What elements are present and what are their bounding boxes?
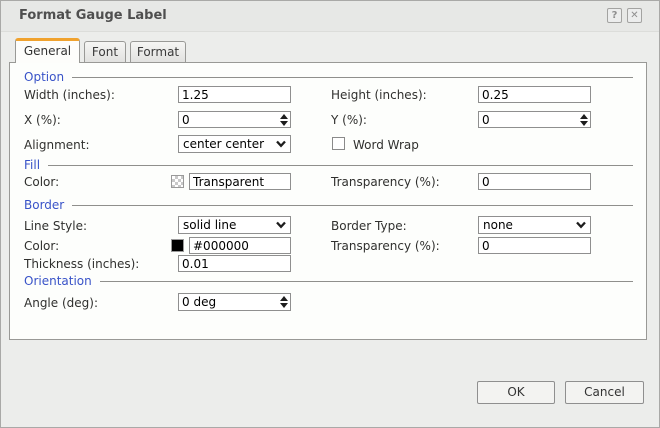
thickness-input[interactable]	[178, 255, 291, 272]
alignment-label: Alignment:	[24, 137, 90, 153]
section-orientation: Orientation	[24, 274, 633, 288]
section-border-title: Border	[24, 198, 64, 212]
tab-font-label: Font	[92, 45, 118, 59]
dialog-titlebar: Format Gauge Label ? ✕	[1, 1, 659, 32]
close-button[interactable]: ✕	[627, 8, 642, 23]
x-percent-stepper[interactable]: 0	[178, 111, 291, 128]
section-option-rule	[72, 77, 633, 78]
fill-transparency-input[interactable]	[478, 173, 591, 190]
angle-label: Angle (deg):	[24, 295, 98, 311]
help-button[interactable]: ?	[607, 8, 622, 23]
angle-spin-buttons[interactable]	[278, 294, 290, 310]
border-color-label: Color:	[24, 238, 59, 254]
y-percent-spin-buttons[interactable]	[578, 112, 590, 127]
chevron-down-icon	[272, 140, 290, 148]
cancel-button[interactable]: Cancel	[565, 381, 644, 404]
word-wrap-checkbox[interactable]	[332, 137, 345, 150]
border-transparency-label: Transparency (%):	[331, 238, 440, 254]
section-fill-title: Fill	[24, 158, 40, 172]
angle-value: 0 deg	[179, 295, 278, 309]
thickness-label: Thickness (inches):	[24, 256, 139, 272]
word-wrap-label: Word Wrap	[353, 137, 419, 153]
border-color-input[interactable]	[189, 237, 291, 254]
section-orientation-title: Orientation	[24, 274, 92, 288]
height-label: Height (inches):	[331, 87, 427, 103]
spinner-down-icon	[280, 303, 288, 308]
section-border-rule	[72, 205, 633, 206]
dialog-title: Format Gauge Label	[19, 8, 167, 23]
tab-format-label: Format	[137, 45, 179, 59]
y-percent-value: 0	[479, 113, 578, 127]
spinner-up-icon	[580, 114, 588, 119]
help-icon: ?	[612, 10, 618, 21]
height-input[interactable]	[478, 86, 591, 103]
spinner-down-icon	[580, 121, 588, 126]
line-style-label: Line Style:	[24, 218, 87, 234]
ok-button[interactable]: OK	[477, 381, 555, 404]
y-percent-label: Y (%):	[331, 112, 367, 128]
alignment-select[interactable]: center center	[178, 135, 291, 153]
section-fill-rule	[48, 165, 633, 166]
width-label: Width (inches):	[24, 87, 115, 103]
x-percent-label: X (%):	[24, 112, 61, 128]
fill-transparency-label: Transparency (%):	[331, 174, 440, 190]
alignment-value: center center	[179, 137, 272, 151]
section-orientation-rule	[100, 281, 633, 282]
x-percent-spin-buttons[interactable]	[278, 112, 290, 127]
angle-stepper[interactable]: 0 deg	[178, 293, 291, 311]
tab-font[interactable]: Font	[84, 41, 126, 62]
tab-format[interactable]: Format	[130, 41, 186, 62]
fill-color-swatch[interactable]	[171, 175, 184, 188]
format-gauge-label-dialog: Format Gauge Label ? ✕ General Font Form…	[0, 0, 660, 428]
close-icon: ✕	[630, 10, 638, 21]
section-border: Border	[24, 198, 633, 212]
border-type-select[interactable]: none	[478, 216, 591, 234]
spinner-up-icon	[280, 114, 288, 119]
tab-general[interactable]: General	[15, 38, 80, 63]
chevron-down-icon	[272, 221, 290, 229]
spinner-up-icon	[280, 296, 288, 301]
section-option: Option	[24, 70, 633, 84]
fill-color-input[interactable]	[189, 173, 291, 190]
section-option-title: Option	[24, 70, 64, 84]
line-style-value: solid line	[179, 218, 272, 232]
general-tab-panel: Option Width (inches): Height (inches): …	[9, 62, 647, 340]
line-style-select[interactable]: solid line	[178, 216, 291, 234]
fill-color-label: Color:	[24, 174, 59, 190]
border-type-label: Border Type:	[331, 218, 407, 234]
border-transparency-input[interactable]	[478, 237, 591, 254]
spinner-down-icon	[280, 121, 288, 126]
border-color-swatch[interactable]	[171, 239, 184, 252]
y-percent-stepper[interactable]: 0	[478, 111, 591, 128]
chevron-down-icon	[572, 221, 590, 229]
width-input[interactable]	[178, 86, 291, 103]
section-fill: Fill	[24, 158, 633, 172]
border-type-value: none	[479, 218, 572, 232]
x-percent-value: 0	[179, 113, 278, 127]
tab-general-label: General	[24, 44, 71, 58]
